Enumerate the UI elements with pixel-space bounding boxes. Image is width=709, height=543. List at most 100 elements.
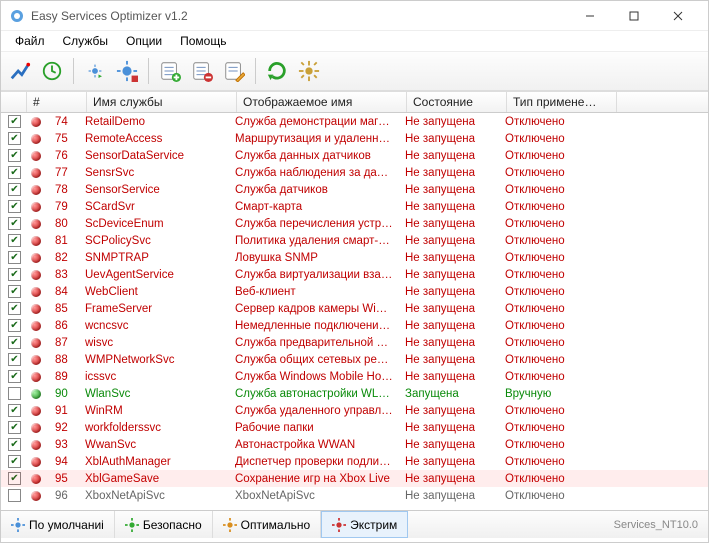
row-checkbox[interactable]: ✔ xyxy=(8,404,21,417)
gear-play-icon[interactable] xyxy=(80,56,110,86)
row-checkbox[interactable]: ✔ xyxy=(8,370,21,383)
status-bullet-icon xyxy=(31,474,41,484)
row-number: 78 xyxy=(49,184,79,196)
table-row[interactable]: ✔88WMPNetworkSvcСлужба общих сетевых рес… xyxy=(1,351,708,368)
row-checkbox[interactable]: ✔ xyxy=(8,234,21,247)
list-add-icon[interactable] xyxy=(155,56,185,86)
row-checkbox[interactable]: ✔ xyxy=(8,421,21,434)
startup-type: Отключено xyxy=(499,320,609,332)
table-row[interactable]: ✔95XblGameSaveСохранение игр на Xbox Liv… xyxy=(1,470,708,487)
table-row[interactable]: ✔75RemoteAccessМаршрутизация и удаленный… xyxy=(1,130,708,147)
row-checkbox[interactable]: ✔ xyxy=(8,115,21,128)
table-row[interactable]: ✔84WebClientВеб-клиентНе запущенаОтключе… xyxy=(1,283,708,300)
status-bullet-icon xyxy=(31,202,41,212)
row-checkbox[interactable]: ✔ xyxy=(8,166,21,179)
preset-label: Экстрим xyxy=(350,518,397,532)
row-checkbox[interactable]: ✔ xyxy=(8,438,21,451)
service-status: Не запущена xyxy=(399,286,499,298)
display-name: Служба данных датчиков xyxy=(229,150,399,162)
service-name: XboxNetApiSvc xyxy=(79,490,229,502)
close-button[interactable] xyxy=(656,2,700,30)
window-title: Easy Services Optimizer v1.2 xyxy=(31,9,568,23)
startup-type: Отключено xyxy=(499,439,609,451)
preset-default[interactable]: По умолчаниі xyxy=(1,511,115,538)
row-checkbox[interactable]: ✔ xyxy=(8,251,21,264)
table-row[interactable]: ✔78SensorServiceСлужба датчиковНе запуще… xyxy=(1,181,708,198)
table-row[interactable]: ✔76SensorDataServiceСлужба данных датчик… xyxy=(1,147,708,164)
status-bullet-icon xyxy=(31,491,41,501)
service-name: SNMPTRAP xyxy=(79,252,229,264)
apply-icon[interactable] xyxy=(5,56,35,86)
row-checkbox[interactable]: ✔ xyxy=(8,353,21,366)
col-name[interactable]: Имя службы xyxy=(87,92,237,112)
table-row[interactable]: 90WlanSvcСлужба автонастройки WLANЗапуще… xyxy=(1,385,708,402)
row-checkbox[interactable]: ✔ xyxy=(8,268,21,281)
table-row[interactable]: ✔92workfolderssvcРабочие папкиНе запущен… xyxy=(1,419,708,436)
col-num[interactable]: # xyxy=(27,92,87,112)
col-type[interactable]: Тип примене… xyxy=(507,92,617,112)
service-status: Не запущена xyxy=(399,456,499,468)
service-name: SensorDataService xyxy=(79,150,229,162)
row-checkbox[interactable]: ✔ xyxy=(8,336,21,349)
status-bullet-icon xyxy=(31,134,41,144)
table-row[interactable]: ✔94XblAuthManagerДиспетчер проверки подл… xyxy=(1,453,708,470)
preset-safe[interactable]: Безопасно xyxy=(115,511,213,538)
restore-icon[interactable] xyxy=(37,56,67,86)
row-checkbox[interactable]: ✔ xyxy=(8,217,21,230)
menu-help[interactable]: Помощь xyxy=(172,32,234,50)
row-checkbox[interactable]: ✔ xyxy=(8,302,21,315)
service-name: RemoteAccess xyxy=(79,133,229,145)
service-list[interactable]: ✔74RetailDemoСлужба демонстрации магазин… xyxy=(1,113,708,510)
service-name: SCPolicySvc xyxy=(79,235,229,247)
preset-extreme[interactable]: Экстрим xyxy=(321,511,408,538)
startup-type: Отключено xyxy=(499,252,609,264)
table-row[interactable]: ✔74RetailDemoСлужба демонстрации магазин… xyxy=(1,113,708,130)
settings-icon[interactable] xyxy=(294,56,324,86)
status-bullet-icon xyxy=(31,372,41,382)
row-checkbox[interactable]: ✔ xyxy=(8,149,21,162)
table-row[interactable]: ✔85FrameServerСервер кадров камеры Windo… xyxy=(1,300,708,317)
list-remove-icon[interactable] xyxy=(187,56,217,86)
row-number: 88 xyxy=(49,354,79,366)
menu-services[interactable]: Службы xyxy=(55,32,116,50)
table-row[interactable]: ✔89icssvcСлужба Windows Mobile HotspotНе… xyxy=(1,368,708,385)
display-name: Сервер кадров камеры Windo… xyxy=(229,303,399,315)
row-checkbox[interactable] xyxy=(8,387,21,400)
table-row[interactable]: ✔86wcncsvcНемедленные подключения …Не за… xyxy=(1,317,708,334)
minimize-button[interactable] xyxy=(568,2,612,30)
table-row[interactable]: ✔82SNMPTRAPЛовушка SNMPНе запущенаОтключ… xyxy=(1,249,708,266)
table-row[interactable]: ✔93WwanSvcАвтонастройка WWANНе запущенаО… xyxy=(1,436,708,453)
col-check[interactable] xyxy=(1,92,27,112)
menu-options[interactable]: Опции xyxy=(118,32,170,50)
row-checkbox[interactable]: ✔ xyxy=(8,285,21,298)
table-row[interactable]: ✔81SCPolicySvcПолитика удаления смарт-ка… xyxy=(1,232,708,249)
row-number: 95 xyxy=(49,473,79,485)
list-edit-icon[interactable] xyxy=(219,56,249,86)
table-row[interactable]: ✔91WinRMСлужба удаленного управле…Не зап… xyxy=(1,402,708,419)
table-row[interactable]: ✔83UevAgentServiceСлужба виртуализации в… xyxy=(1,266,708,283)
row-checkbox[interactable]: ✔ xyxy=(8,183,21,196)
refresh-icon[interactable] xyxy=(262,56,292,86)
row-checkbox[interactable]: ✔ xyxy=(8,455,21,468)
toolbar xyxy=(1,51,708,91)
service-status: Не запущена xyxy=(399,116,499,128)
maximize-button[interactable] xyxy=(612,2,656,30)
row-checkbox[interactable]: ✔ xyxy=(8,200,21,213)
col-status[interactable]: Состояние xyxy=(407,92,507,112)
menu-file[interactable]: Файл xyxy=(7,32,53,50)
row-number: 90 xyxy=(49,388,79,400)
row-checkbox[interactable]: ✔ xyxy=(8,472,21,485)
table-row[interactable]: 96XboxNetApiSvcXboxNetApiSvcНе запущенаО… xyxy=(1,487,708,504)
table-row[interactable]: ✔80ScDeviceEnumСлужба перечисления устро… xyxy=(1,215,708,232)
col-display[interactable]: Отображаемое имя xyxy=(237,92,407,112)
gear-stop-icon[interactable] xyxy=(112,56,142,86)
table-row[interactable]: ✔79SCardSvrСмарт-картаНе запущенаОтключе… xyxy=(1,198,708,215)
table-row[interactable]: ✔77SensrSvcСлужба наблюдения за датч…Не … xyxy=(1,164,708,181)
service-name: WlanSvc xyxy=(79,388,229,400)
row-checkbox[interactable]: ✔ xyxy=(8,319,21,332)
row-checkbox[interactable] xyxy=(8,489,21,502)
table-row[interactable]: ✔87wisvcСлужба предварительной оц…Не зап… xyxy=(1,334,708,351)
preset-optimal[interactable]: Оптимально xyxy=(213,511,322,538)
row-checkbox[interactable]: ✔ xyxy=(8,132,21,145)
service-name: SCardSvr xyxy=(79,201,229,213)
